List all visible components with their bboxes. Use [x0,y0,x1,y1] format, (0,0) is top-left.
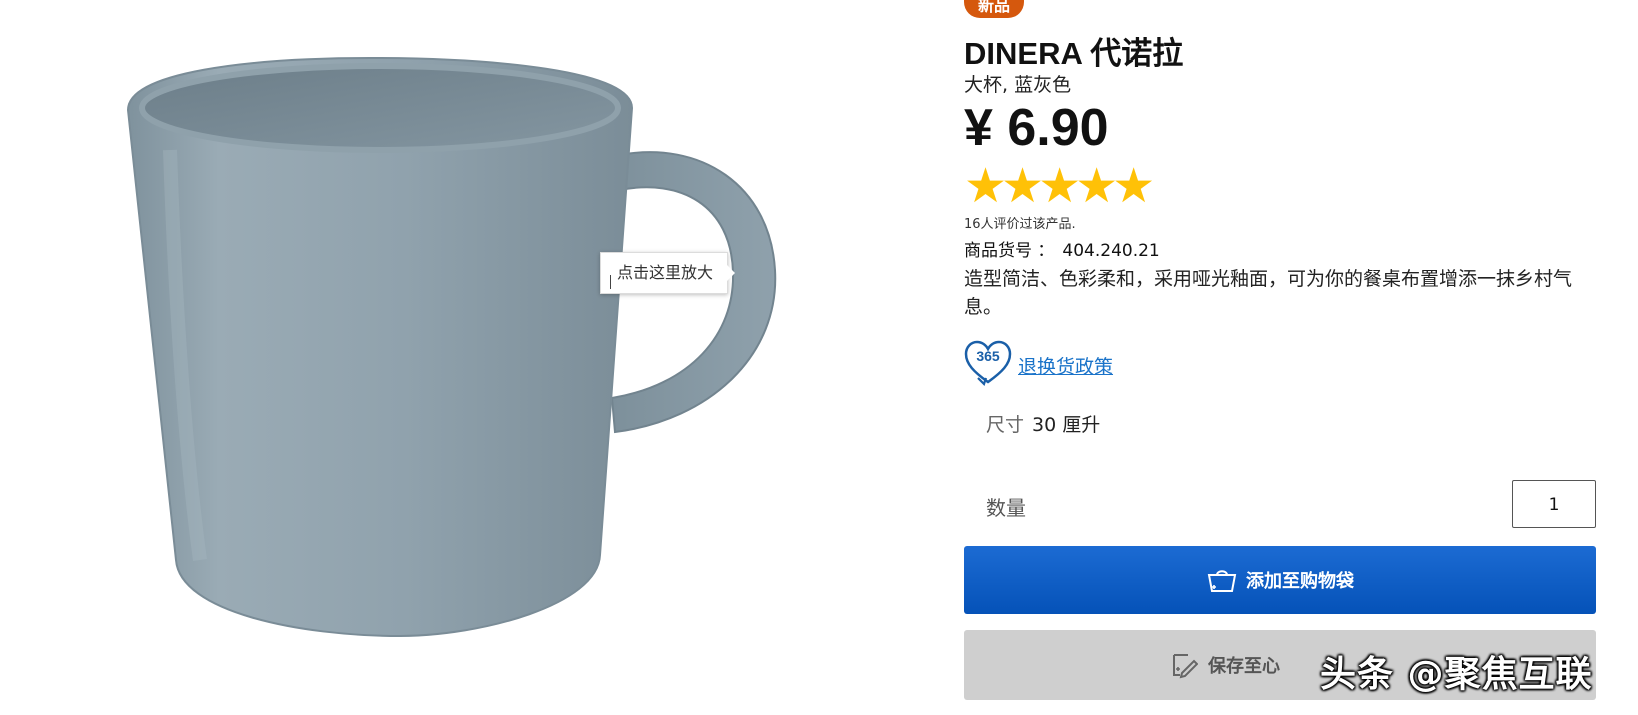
star-icon: ★ [1001,158,1044,214]
quantity-input[interactable]: 1 [1512,480,1596,528]
product-image-mug[interactable] [0,0,920,715]
star-icon: ★ [1112,158,1155,214]
size-row: 尺寸 30 厘升 [986,410,1100,437]
return-policy-link[interactable]: 退换货政策 [1018,352,1113,379]
add-to-cart-button[interactable]: 添加至购物袋 [964,546,1596,614]
shopping-bag-icon [1207,570,1237,592]
size-value: 30 厘升 [1032,414,1101,436]
rating-count[interactable]: 16人评价过该产品. [964,213,1076,232]
policy-badge-number: 365 [976,348,1000,364]
add-to-cart-label: 添加至购物袋 [1246,571,1354,592]
star-icon: ★ [1038,158,1081,214]
zoom-tooltip: 点击这里放大 [600,252,736,294]
new-badge: 新品 [964,0,1025,18]
star-icon: ★ [1075,158,1118,214]
wishlist-pencil-icon [1173,654,1198,679]
product-page: 点击这里放大 新品 DINERA 代诺拉 大杯, 蓝灰色 ¥ 6.90 ★★★★… [0,0,1638,715]
quantity-row: 数量 1 [964,480,1596,530]
quantity-label: 数量 [986,496,1026,520]
product-image-area[interactable]: 点击这里放大 [0,0,920,715]
text-cursor [610,275,611,289]
save-to-wishlist-label: 保存至心 [1208,656,1280,677]
sku-value: 404.240.21 [1062,241,1160,261]
product-subtitle: 大杯, 蓝灰色 [964,74,1072,96]
product-price: ¥ 6.90 [964,99,1109,157]
sku-label: 商品货号 ： [964,241,1055,261]
product-description: 造型简洁、色彩柔和，采用哑光釉面，可为你的餐桌布置增添一抹乡村气息。 [964,268,1573,318]
size-label: 尺寸 [986,414,1025,436]
star-icon: ★ [964,158,1007,214]
watermark: 头条 @聚焦互联 [1320,654,1593,695]
product-sku: 商品货号 ： 404.240.21 [964,236,1160,261]
heart-365-icon: 365 [964,340,1012,387]
zoom-tooltip-label: 点击这里放大 [617,263,714,282]
product-name: DINERA 代诺拉 [964,36,1184,71]
rating-stars[interactable]: ★★★★★ [964,158,1155,214]
